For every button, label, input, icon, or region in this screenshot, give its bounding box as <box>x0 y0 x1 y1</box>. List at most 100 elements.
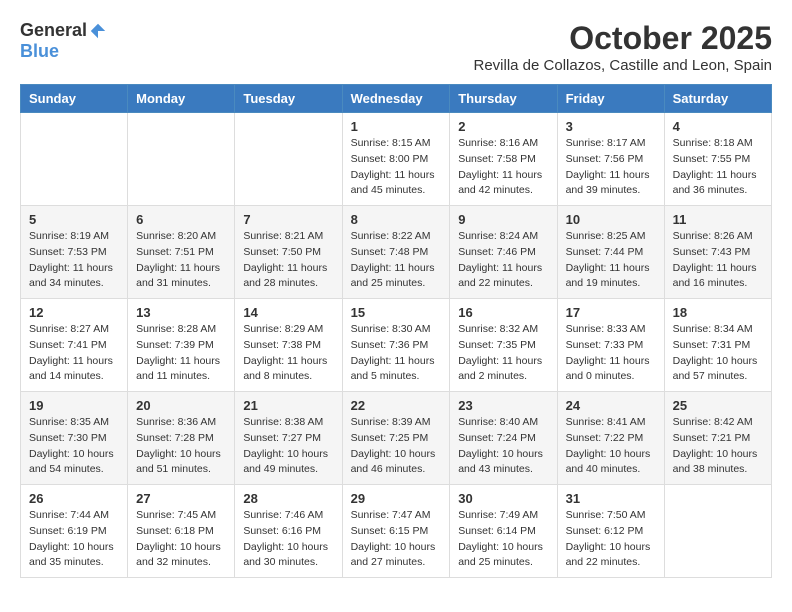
calendar-cell: 17 Sunrise: 8:33 AM Sunset: 7:33 PM Dayli… <box>557 299 664 392</box>
day-number: 20 <box>136 398 226 413</box>
weekday-thursday: Thursday <box>450 85 557 113</box>
calendar-header: SundayMondayTuesdayWednesdayThursdayFrid… <box>21 85 772 113</box>
calendar-cell: 2 Sunrise: 8:16 AM Sunset: 7:58 PM Daylig… <box>450 113 557 206</box>
day-info: Sunrise: 8:29 AM Sunset: 7:38 PM Dayligh… <box>243 322 333 385</box>
calendar-cell: 11 Sunrise: 8:26 AM Sunset: 7:43 PM Dayli… <box>664 206 771 299</box>
day-number: 1 <box>351 119 442 134</box>
day-info: Sunrise: 8:19 AM Sunset: 7:53 PM Dayligh… <box>29 229 119 292</box>
day-info: Sunrise: 8:36 AM Sunset: 7:28 PM Dayligh… <box>136 415 226 478</box>
day-number: 11 <box>673 212 763 227</box>
calendar-cell: 10 Sunrise: 8:25 AM Sunset: 7:44 PM Dayli… <box>557 206 664 299</box>
day-number: 31 <box>566 491 656 506</box>
calendar-cell: 9 Sunrise: 8:24 AM Sunset: 7:46 PM Daylig… <box>450 206 557 299</box>
day-number: 9 <box>458 212 548 227</box>
day-number: 13 <box>136 305 226 320</box>
month-title: October 2025 <box>473 20 772 57</box>
day-info: Sunrise: 8:35 AM Sunset: 7:30 PM Dayligh… <box>29 415 119 478</box>
calendar-week-2: 5 Sunrise: 8:19 AM Sunset: 7:53 PM Daylig… <box>21 206 772 299</box>
day-info: Sunrise: 8:33 AM Sunset: 7:33 PM Dayligh… <box>566 322 656 385</box>
weekday-friday: Friday <box>557 85 664 113</box>
day-info: Sunrise: 8:25 AM Sunset: 7:44 PM Dayligh… <box>566 229 656 292</box>
day-info: Sunrise: 8:32 AM Sunset: 7:35 PM Dayligh… <box>458 322 548 385</box>
day-number: 25 <box>673 398 763 413</box>
calendar-cell: 20 Sunrise: 8:36 AM Sunset: 7:28 PM Dayli… <box>128 392 235 485</box>
calendar-cell: 24Sunrise: 8:41 AM Sunset: 7:22 PM Dayli… <box>557 392 664 485</box>
calendar-cell: 21 Sunrise: 8:38 AM Sunset: 7:27 PM Dayli… <box>235 392 342 485</box>
day-number: 30 <box>458 491 548 506</box>
calendar-cell: 18 Sunrise: 8:34 AM Sunset: 7:31 PM Dayli… <box>664 299 771 392</box>
weekday-tuesday: Tuesday <box>235 85 342 113</box>
location-title: Revilla de Collazos, Castille and Leon, … <box>473 57 772 74</box>
day-info: Sunrise: 8:38 AM Sunset: 7:27 PM Dayligh… <box>243 415 333 478</box>
day-info: Sunrise: 8:15 AM Sunset: 8:00 PM Dayligh… <box>351 136 442 199</box>
calendar-cell: 15Sunrise: 8:30 AM Sunset: 7:36 PM Dayli… <box>342 299 450 392</box>
calendar-cell: 3Sunrise: 8:17 AM Sunset: 7:56 PM Daylig… <box>557 113 664 206</box>
logo: General Blue <box>20 20 107 62</box>
calendar-cell: 1 Sunrise: 8:15 AM Sunset: 8:00 PM Daylig… <box>342 113 450 206</box>
calendar-cell <box>21 113 128 206</box>
logo-blue-text: Blue <box>20 41 59 62</box>
day-info: Sunrise: 8:26 AM Sunset: 7:43 PM Dayligh… <box>673 229 763 292</box>
logo-general-text: General <box>20 20 87 41</box>
day-number: 26 <box>29 491 119 506</box>
calendar-cell: 25 Sunrise: 8:42 AM Sunset: 7:21 PM Dayli… <box>664 392 771 485</box>
day-number: 16 <box>458 305 548 320</box>
calendar-cell: 4 Sunrise: 8:18 AM Sunset: 7:55 PM Daylig… <box>664 113 771 206</box>
day-number: 6 <box>136 212 226 227</box>
day-number: 7 <box>243 212 333 227</box>
day-number: 8 <box>351 212 442 227</box>
day-number: 10 <box>566 212 656 227</box>
calendar-cell: 14 Sunrise: 8:29 AM Sunset: 7:38 PM Dayli… <box>235 299 342 392</box>
day-number: 4 <box>673 119 763 134</box>
day-info: Sunrise: 7:49 AM Sunset: 6:14 PM Dayligh… <box>458 508 548 571</box>
day-number: 23 <box>458 398 548 413</box>
weekday-sunday: Sunday <box>21 85 128 113</box>
day-info: Sunrise: 8:42 AM Sunset: 7:21 PM Dayligh… <box>673 415 763 478</box>
day-info: Sunrise: 8:21 AM Sunset: 7:50 PM Dayligh… <box>243 229 333 292</box>
day-info: Sunrise: 8:18 AM Sunset: 7:55 PM Dayligh… <box>673 136 763 199</box>
calendar-body: 1 Sunrise: 8:15 AM Sunset: 8:00 PM Daylig… <box>21 113 772 578</box>
weekday-header-row: SundayMondayTuesdayWednesdayThursdayFrid… <box>21 85 772 113</box>
title-area: October 2025 Revilla de Collazos, Castil… <box>473 20 772 74</box>
weekday-monday: Monday <box>128 85 235 113</box>
day-number: 19 <box>29 398 119 413</box>
day-info: Sunrise: 8:28 AM Sunset: 7:39 PM Dayligh… <box>136 322 226 385</box>
calendar-cell: 6 Sunrise: 8:20 AM Sunset: 7:51 PM Daylig… <box>128 206 235 299</box>
calendar-cell: 12Sunrise: 8:27 AM Sunset: 7:41 PM Dayli… <box>21 299 128 392</box>
day-info: Sunrise: 8:40 AM Sunset: 7:24 PM Dayligh… <box>458 415 548 478</box>
calendar-cell: 16 Sunrise: 8:32 AM Sunset: 7:35 PM Dayli… <box>450 299 557 392</box>
calendar-cell: 30 Sunrise: 7:49 AM Sunset: 6:14 PM Dayli… <box>450 485 557 578</box>
day-number: 5 <box>29 212 119 227</box>
weekday-saturday: Saturday <box>664 85 771 113</box>
calendar-cell: 7 Sunrise: 8:21 AM Sunset: 7:50 PM Daylig… <box>235 206 342 299</box>
day-info: Sunrise: 7:46 AM Sunset: 6:16 PM Dayligh… <box>243 508 333 571</box>
calendar-week-3: 12Sunrise: 8:27 AM Sunset: 7:41 PM Dayli… <box>21 299 772 392</box>
day-number: 17 <box>566 305 656 320</box>
day-number: 12 <box>29 305 119 320</box>
calendar-week-5: 26Sunrise: 7:44 AM Sunset: 6:19 PM Dayli… <box>21 485 772 578</box>
day-number: 2 <box>458 119 548 134</box>
day-info: Sunrise: 8:24 AM Sunset: 7:46 PM Dayligh… <box>458 229 548 292</box>
logo-icon <box>89 22 107 40</box>
day-number: 14 <box>243 305 333 320</box>
calendar-cell: 19 Sunrise: 8:35 AM Sunset: 7:30 PM Dayli… <box>21 392 128 485</box>
calendar-cell: 27 Sunrise: 7:45 AM Sunset: 6:18 PM Dayli… <box>128 485 235 578</box>
day-number: 28 <box>243 491 333 506</box>
day-number: 18 <box>673 305 763 320</box>
calendar-cell: 28 Sunrise: 7:46 AM Sunset: 6:16 PM Dayli… <box>235 485 342 578</box>
calendar-cell: 22 Sunrise: 8:39 AM Sunset: 7:25 PM Dayli… <box>342 392 450 485</box>
calendar-cell: 13 Sunrise: 8:28 AM Sunset: 7:39 PM Dayli… <box>128 299 235 392</box>
day-info: Sunrise: 8:41 AM Sunset: 7:22 PM Dayligh… <box>566 415 656 478</box>
calendar-cell: 5 Sunrise: 8:19 AM Sunset: 7:53 PM Daylig… <box>21 206 128 299</box>
day-info: Sunrise: 8:34 AM Sunset: 7:31 PM Dayligh… <box>673 322 763 385</box>
day-info: Sunrise: 8:30 AM Sunset: 7:36 PM Dayligh… <box>351 322 442 385</box>
day-number: 22 <box>351 398 442 413</box>
calendar-week-1: 1 Sunrise: 8:15 AM Sunset: 8:00 PM Daylig… <box>21 113 772 206</box>
day-info: Sunrise: 7:47 AM Sunset: 6:15 PM Dayligh… <box>351 508 442 571</box>
day-info: Sunrise: 8:20 AM Sunset: 7:51 PM Dayligh… <box>136 229 226 292</box>
day-info: Sunrise: 8:16 AM Sunset: 7:58 PM Dayligh… <box>458 136 548 199</box>
day-info: Sunrise: 8:39 AM Sunset: 7:25 PM Dayligh… <box>351 415 442 478</box>
day-info: Sunrise: 7:45 AM Sunset: 6:18 PM Dayligh… <box>136 508 226 571</box>
day-number: 27 <box>136 491 226 506</box>
day-number: 21 <box>243 398 333 413</box>
